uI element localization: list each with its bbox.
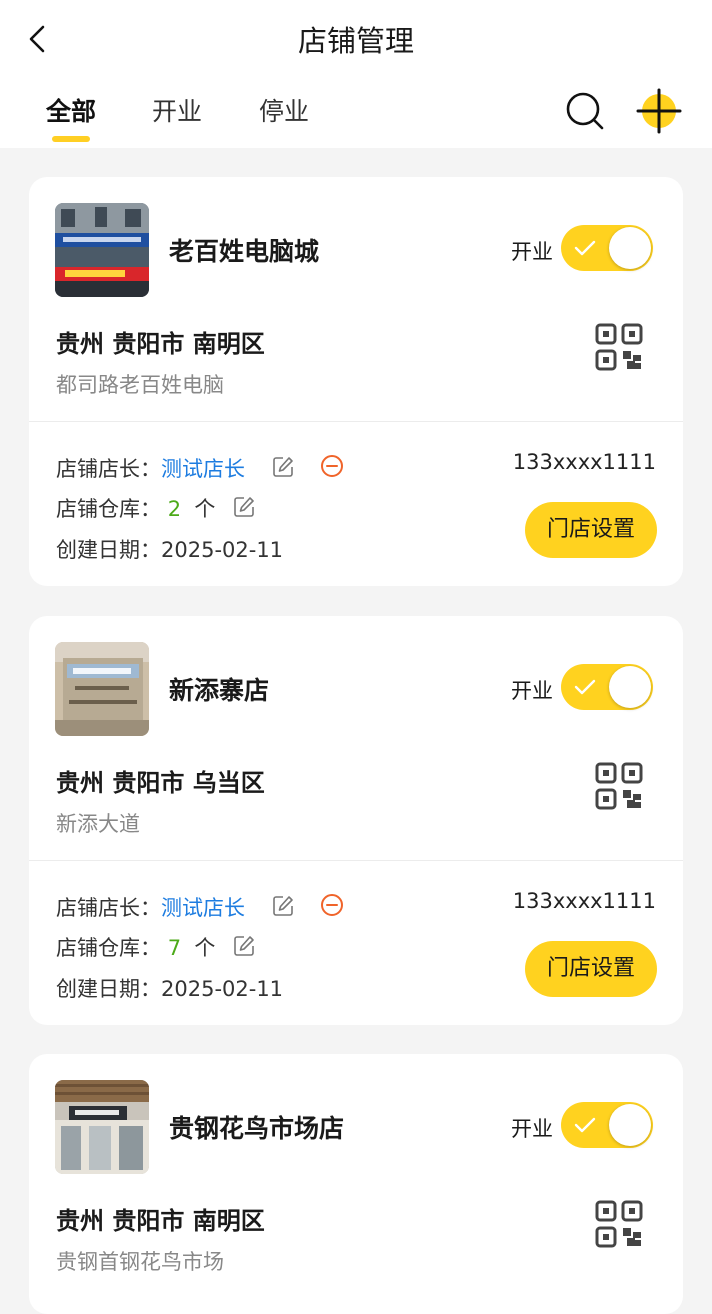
- remove-circle-icon[interactable]: [320, 893, 344, 917]
- shop-photo: [55, 1080, 149, 1174]
- created-label: 创建日期：: [56, 977, 161, 1001]
- shop-name: 新添寨店: [169, 676, 270, 705]
- phone-number: 133xxxx1111: [512, 450, 656, 474]
- divider: [29, 860, 683, 861]
- search-icon[interactable]: [564, 90, 606, 132]
- warehouse-unit: 个: [194, 497, 216, 521]
- toggle-knob: [609, 227, 651, 269]
- warehouse-label: 店铺仓库：: [56, 936, 161, 960]
- add-icon[interactable]: [636, 88, 682, 134]
- active-tab-indicator: [52, 136, 90, 142]
- edit-icon[interactable]: [272, 456, 294, 478]
- manager-label: 店铺店长：: [56, 896, 161, 920]
- open-status-toggle[interactable]: [561, 1102, 653, 1148]
- shop-photo: [55, 642, 149, 736]
- open-status-toggle[interactable]: [561, 664, 653, 710]
- shop-region: 贵州 贵阳市 南明区: [56, 330, 265, 358]
- shop-card: 新添寨店 开业 贵州 贵阳市 乌当区 新添大道 店铺店长：测试店长 店铺仓库： …: [29, 616, 683, 1025]
- edit-icon[interactable]: [233, 935, 255, 957]
- created-label: 创建日期：: [56, 538, 161, 562]
- divider: [29, 421, 683, 422]
- toggle-knob: [609, 666, 651, 708]
- open-status-toggle[interactable]: [561, 225, 653, 271]
- created-date: 2025-02-11: [161, 977, 284, 1001]
- check-icon: [574, 679, 596, 695]
- warehouse-label: 店铺仓库：: [56, 497, 161, 521]
- qr-code-icon[interactable]: [595, 1200, 643, 1248]
- manager-name[interactable]: 测试店长: [161, 896, 245, 920]
- shop-card: 贵钢花鸟市场店 开业 贵州 贵阳市 南明区 贵钢首钢花鸟市场: [29, 1054, 683, 1314]
- tab-closed[interactable]: 停业: [259, 92, 309, 128]
- manager-row: 店铺店长：测试店长: [56, 453, 245, 483]
- page-title: 店铺管理: [297, 24, 414, 58]
- shop-photo: [55, 203, 149, 297]
- top-bar: 店铺管理 全部 开业 停业: [0, 0, 712, 148]
- shop-name: 贵钢花鸟市场店: [169, 1114, 345, 1143]
- phone-number: 133xxxx1111: [512, 889, 656, 913]
- warehouse-count: 7: [167, 936, 182, 960]
- shop-card: 老百姓电脑城 开业 贵州 贵阳市 南明区 都司路老百姓电脑 店铺店长：测试店长 …: [29, 177, 683, 586]
- warehouse-row: 店铺仓库： 2 个: [56, 493, 215, 523]
- shop-name: 老百姓电脑城: [169, 237, 320, 266]
- qr-code-icon[interactable]: [595, 323, 643, 371]
- edit-icon[interactable]: [233, 496, 255, 518]
- status-label: 开业: [511, 240, 553, 264]
- created-date: 2025-02-11: [161, 538, 284, 562]
- toggle-knob: [609, 1104, 651, 1146]
- shop-street: 贵钢首钢花鸟市场: [56, 1250, 224, 1274]
- warehouse-count: 2: [167, 497, 182, 521]
- edit-icon[interactable]: [272, 895, 294, 917]
- qr-code-icon[interactable]: [595, 762, 643, 810]
- status-label: 开业: [511, 1117, 553, 1141]
- shop-street: 新添大道: [56, 812, 140, 836]
- store-settings-button[interactable]: 门店设置: [525, 941, 657, 997]
- created-row: 创建日期：2025-02-11: [56, 534, 283, 564]
- manager-label: 店铺店长：: [56, 457, 161, 481]
- tab-open[interactable]: 开业: [152, 92, 202, 128]
- manager-name[interactable]: 测试店长: [161, 457, 245, 481]
- shop-region: 贵州 贵阳市 乌当区: [56, 769, 265, 797]
- manager-row: 店铺店长：测试店长: [56, 892, 245, 922]
- store-settings-button[interactable]: 门店设置: [525, 502, 657, 558]
- check-icon: [574, 240, 596, 256]
- status-label: 开业: [511, 679, 553, 703]
- shop-street: 都司路老百姓电脑: [56, 373, 224, 397]
- warehouse-unit: 个: [194, 936, 216, 960]
- tab-all[interactable]: 全部: [46, 92, 96, 128]
- created-row: 创建日期：2025-02-11: [56, 973, 283, 1003]
- remove-circle-icon[interactable]: [320, 454, 344, 478]
- check-icon: [574, 1117, 596, 1133]
- warehouse-row: 店铺仓库： 7 个: [56, 932, 215, 962]
- shop-region: 贵州 贵阳市 南明区: [56, 1207, 265, 1235]
